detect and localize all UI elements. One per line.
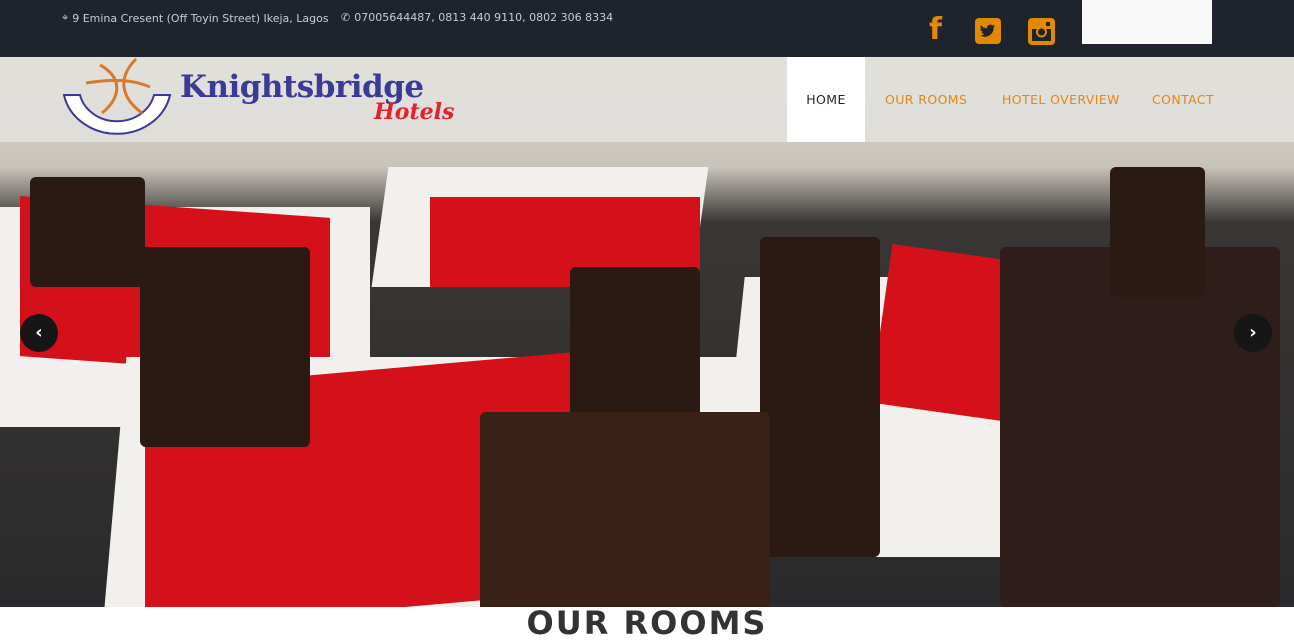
top-bar: ⌖ 9 Emina Cresent (Off Toyin Street) Ike… — [0, 0, 1294, 57]
facebook-icon[interactable]: f — [929, 12, 942, 47]
logo-emblem-icon — [62, 57, 172, 135]
main-navbar: Knightsbridge Hotels HOME OUR ROOMS HOTE… — [0, 57, 1294, 142]
phone-icon: ✆ — [341, 11, 351, 24]
blank-widget — [1082, 0, 1212, 44]
slider-prev-button[interactable]: ‹ — [20, 314, 58, 352]
chair — [30, 177, 145, 287]
address: ⌖ 9 Emina Cresent (Off Toyin Street) Ike… — [62, 11, 329, 25]
logo[interactable]: Knightsbridge Hotels — [62, 57, 462, 142]
nav-our-rooms[interactable]: OUR ROOMS — [885, 57, 967, 142]
chair — [140, 247, 310, 447]
chair — [1110, 167, 1205, 297]
twitter-icon[interactable] — [975, 18, 1001, 48]
instagram-icon[interactable] — [1028, 18, 1055, 49]
phone: ✆ 07005644487, 0813 440 9110, 0802 306 8… — [341, 11, 613, 24]
address-text: 9 Emina Cresent (Off Toyin Street) Ikeja… — [72, 11, 329, 25]
section-title: OUR ROOMS — [526, 604, 768, 642]
chair — [760, 237, 880, 557]
nav-hotel-overview[interactable]: HOTEL OVERVIEW — [1002, 57, 1120, 142]
map-pin-icon: ⌖ — [62, 11, 69, 24]
nav-contact[interactable]: CONTACT — [1152, 57, 1214, 142]
phone-text: 07005644487, 0813 440 9110, 0802 306 833… — [354, 11, 614, 24]
chair — [1000, 247, 1280, 607]
chair — [480, 412, 770, 607]
logo-sub: Hotels — [374, 99, 455, 125]
slider-next-button[interactable]: › — [1234, 314, 1272, 352]
nav-home[interactable]: HOME — [787, 57, 865, 142]
